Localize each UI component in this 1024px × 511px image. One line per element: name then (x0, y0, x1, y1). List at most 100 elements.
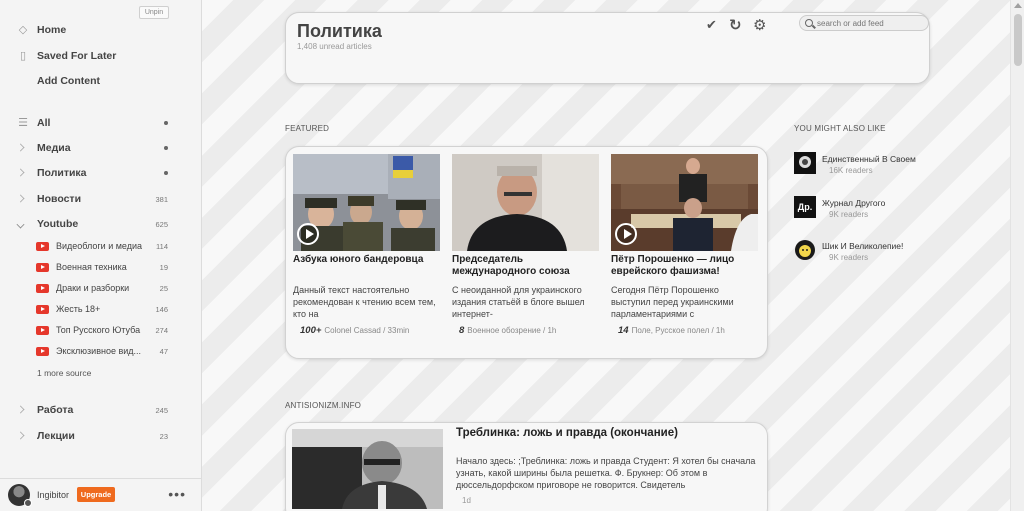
upgrade-button[interactable]: Upgrade (77, 487, 115, 502)
checkmark-icon[interactable]: ✔ (706, 17, 717, 33)
feed-youtube[interactable]: Youtube 625 (0, 214, 201, 234)
source-label: Эксклюзивное вид... (56, 346, 142, 356)
feed-media[interactable]: Медиа (0, 138, 201, 158)
engagement-count: 100+ (300, 325, 322, 336)
article-title[interactable]: Треблинка: ложь и правда (окончание) (456, 427, 678, 439)
featured-item[interactable]: Пётр Порошенко — лицо еврейского фашизма… (611, 154, 758, 336)
article-thumbnail[interactable] (293, 154, 440, 251)
suggested-feed-readers: 9K readers (829, 210, 869, 219)
feed-politics[interactable]: Политика (0, 163, 201, 183)
article-title[interactable]: Председатель международного союза (452, 254, 599, 280)
article-summary: С неоиданной для украинского издания ста… (452, 285, 585, 319)
source-count: 114 (156, 241, 168, 251)
article-source[interactable]: Colonel Cassad / 33min (324, 326, 409, 335)
scrollbar[interactable] (1010, 0, 1024, 511)
list-icon: ☰ (18, 117, 28, 129)
feed-work-count: 245 (155, 405, 168, 415)
source-count: 274 (155, 325, 168, 335)
nav-home-label: Home (37, 24, 67, 36)
more-options-icon[interactable]: ••• (168, 486, 186, 502)
search-input[interactable] (799, 15, 929, 31)
engagement-count: 8 (459, 325, 465, 336)
featured-item[interactable]: Азбука юного бандеровца Данный текст нас… (293, 154, 440, 336)
chevron-right-icon[interactable] (16, 194, 25, 203)
refresh-icon[interactable]: ↻ (729, 16, 742, 34)
nav-saved-for-later[interactable]: ▯ Saved For Later (0, 46, 201, 66)
sidebar: Unpin ◇ Home ▯ Saved For Later Add Conte… (0, 0, 202, 511)
suggested-feed-readers: 9K readers (829, 253, 869, 262)
source-label: Военная техника (56, 262, 127, 272)
source-count: 146 (155, 304, 168, 314)
bookmark-icon: ▯ (19, 50, 27, 62)
youtube-source-item[interactable]: Жесть 18+ 146 (0, 300, 201, 318)
feed-all-label: All (37, 117, 51, 129)
article-thumbnail[interactable] (292, 429, 443, 509)
feed-lectures[interactable]: Лекции 23 (0, 426, 201, 446)
scroll-thumb[interactable] (1014, 14, 1022, 66)
unpin-button[interactable]: Unpin (139, 6, 169, 19)
source-count: 19 (159, 262, 168, 272)
youtube-source-item[interactable]: Драки и разборки 25 (0, 279, 201, 297)
source-label: Драки и разборки (56, 283, 130, 293)
article-thumbnail[interactable] (611, 154, 758, 251)
article-title[interactable]: Пётр Порошенко — лицо еврейского фашизма… (611, 254, 758, 280)
chevron-right-icon[interactable] (16, 168, 25, 177)
feed-news-label: Новости (37, 193, 82, 205)
sidebar-footer: Ingibitor Upgrade ••• (0, 478, 201, 511)
feed-all[interactable]: ☰ All (0, 113, 201, 133)
featured-item[interactable]: Председатель международного союза С неои… (452, 154, 599, 336)
article-card[interactable]: Треблинка: ложь и правда (окончание) Нач… (285, 422, 768, 511)
chevron-right-icon[interactable] (16, 431, 25, 440)
featured-card: Азбука юного бандеровца Данный текст нас… (285, 146, 768, 359)
article-meta: 14 Поле, Русское полел / 1h (611, 325, 758, 336)
feed-news[interactable]: Новости 381 (0, 189, 201, 209)
chevron-down-icon[interactable] (16, 220, 25, 229)
search-icon (805, 19, 813, 27)
page-title: Политика (297, 21, 382, 41)
play-icon[interactable] (297, 223, 319, 245)
article-source[interactable]: Военное обозрение / 1h (467, 326, 556, 335)
source-label: Жесть 18+ (56, 304, 101, 314)
article-source[interactable]: Поле, Русское полел / 1h (632, 326, 725, 335)
nav-add-content-label: Add Content (37, 75, 100, 87)
avatar-badge-icon (24, 499, 32, 507)
home-icon: ◇ (18, 24, 28, 36)
unread-count: 1,408 unread articles (297, 42, 372, 51)
source-section-label[interactable]: ANTISIONIZM.INFO (285, 401, 361, 410)
youtube-source-item[interactable]: Военная техника 19 (0, 258, 201, 276)
nav-add-content[interactable]: Add Content (0, 71, 201, 91)
article-title[interactable]: Азбука юного бандеровца (293, 254, 440, 280)
youtube-source-item[interactable]: Видеоблоги и медиа 114 (0, 237, 201, 255)
article-thumbnail[interactable] (452, 154, 599, 251)
featured-label: FEATURED (285, 124, 330, 133)
engagement-count: 14 (618, 325, 629, 336)
username[interactable]: Ingibitor (37, 490, 69, 500)
youtube-source-item[interactable]: Эксклюзивное вид... 47 (0, 342, 201, 360)
play-icon[interactable] (615, 223, 637, 245)
suggested-feed[interactable]: Шик И Великолепие! 9K readers (794, 239, 934, 263)
article-meta: 100+ Colonel Cassad / 33min (293, 325, 440, 336)
suggested-feed[interactable]: Единственный В Своем 16K readers (794, 152, 934, 176)
youtube-source-item[interactable]: Топ Русского Ютуба 274 (0, 321, 201, 339)
chevron-right-icon[interactable] (16, 405, 25, 414)
suggested-feed-readers: 16K readers (829, 166, 873, 175)
nav-home[interactable]: ◇ Home (0, 20, 201, 40)
youtube-icon (36, 304, 49, 314)
source-count: 25 (159, 283, 168, 293)
suggested-feed[interactable]: Др. Журнал Другого 9K readers (794, 196, 934, 220)
nav-saved-label: Saved For Later (37, 50, 117, 62)
youtube-icon (36, 346, 49, 356)
gear-icon[interactable]: ⚙ (753, 16, 766, 34)
feed-logo-icon (795, 240, 815, 260)
main-content: Политика 1,408 unread articles ✔ ↻ ⚙ FEA… (202, 0, 1010, 511)
youtube-icon (36, 283, 49, 293)
feed-header: Политика 1,408 unread articles ✔ ↻ ⚙ (285, 12, 930, 84)
feed-youtube-count: 625 (155, 219, 168, 229)
more-source-link[interactable]: 1 more source (37, 368, 91, 378)
article-meta: 8 Военное обозрение / 1h (452, 325, 599, 336)
feed-youtube-label: Youtube (37, 218, 79, 230)
chevron-right-icon[interactable] (16, 143, 25, 152)
feed-work[interactable]: Работа 245 (0, 400, 201, 420)
scroll-up-icon[interactable] (1014, 3, 1022, 8)
article-summary: Сегодня Пётр Порошенко выступил перед ук… (611, 285, 734, 319)
